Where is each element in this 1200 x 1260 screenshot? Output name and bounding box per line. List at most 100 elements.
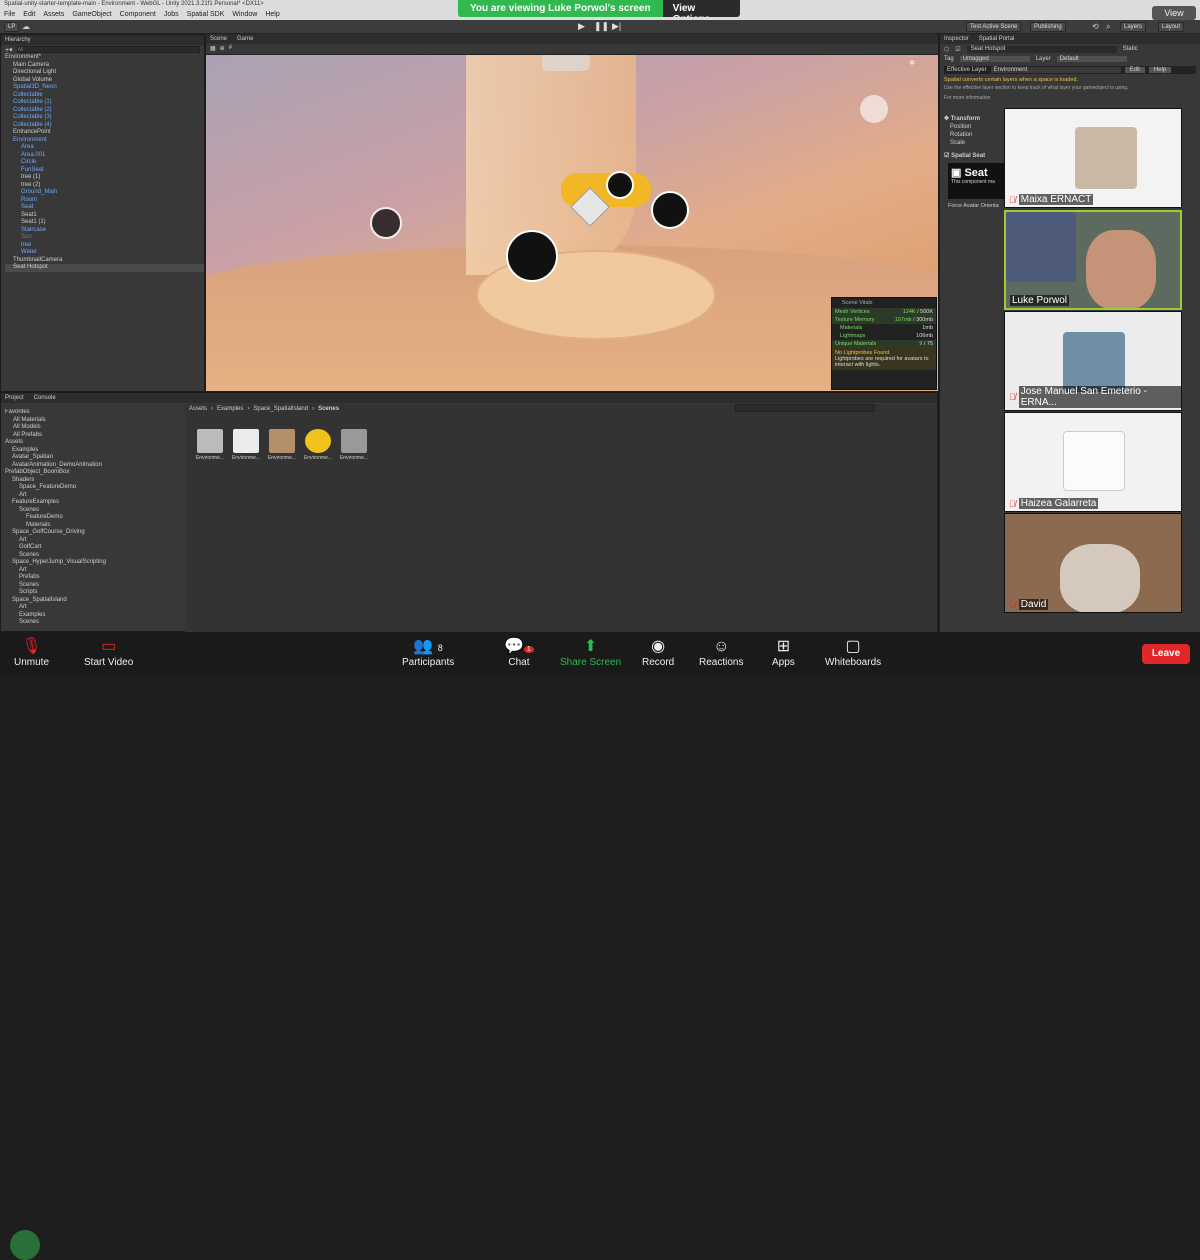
project-search-input[interactable]: [735, 404, 875, 412]
tab-game[interactable]: Game: [237, 34, 253, 44]
participants-button[interactable]: 👥 8 Participants: [402, 637, 454, 668]
folder-tree-item[interactable]: Examples: [5, 447, 181, 455]
checkbox-icon[interactable]: ☑: [944, 153, 949, 159]
folder-tree-item[interactable]: Scenes: [5, 582, 181, 590]
edit-button[interactable]: Edit: [1124, 67, 1145, 73]
folder-tree-item[interactable]: Space_HyperJump_VisualScripting: [5, 559, 181, 567]
hierarchy-item[interactable]: Seat1: [5, 212, 204, 220]
menu-item-assets[interactable]: Assets: [43, 11, 64, 18]
folder-tree-item[interactable]: Scenes: [5, 507, 181, 515]
hierarchy-item[interactable]: Staircase: [5, 227, 204, 235]
layout-dropdown[interactable]: Layout: [1158, 22, 1185, 32]
hierarchy-item[interactable]: Circle: [5, 159, 204, 167]
breadcrumb-item[interactable]: Examples: [217, 406, 243, 412]
hierarchy-item[interactable]: Ground_Main: [5, 189, 204, 197]
menu-item-component[interactable]: Component: [120, 11, 156, 18]
folder-tree-item[interactable]: AvatarAnimation_DemoAnimation: [5, 462, 181, 470]
hierarchy-item[interactable]: Sun: [5, 234, 204, 242]
hierarchy-item[interactable]: tree (1): [5, 174, 204, 182]
hierarchy-item[interactable]: FunSeat: [5, 167, 204, 175]
step-button[interactable]: ▶|: [612, 21, 621, 32]
folder-tree-item[interactable]: Scripts: [5, 589, 181, 597]
file-item[interactable]: Environme...: [195, 429, 225, 461]
record-button[interactable]: ◉ Record: [642, 637, 674, 668]
hierarchy-item[interactable]: Seat: [5, 204, 204, 212]
object-name-field[interactable]: Seat Hotspot: [966, 46, 1117, 53]
hierarchy-item[interactable]: ThumbnailCamera: [5, 257, 204, 265]
scene-viewport[interactable]: ✲ Scene Vitals Mesh Vertices 124K / 500K …: [206, 55, 938, 391]
pivot-icon[interactable]: ⊕: [220, 45, 225, 53]
hierarchy-item[interactable]: Directional Light: [5, 69, 204, 77]
tab-scene[interactable]: Scene: [210, 34, 227, 44]
tab-inspector[interactable]: Inspector: [944, 34, 969, 44]
menu-item-edit[interactable]: Edit: [23, 11, 35, 18]
folder-tree-item[interactable]: Art: [5, 567, 181, 575]
hierarchy-item[interactable]: Seat Hotspot: [5, 264, 204, 272]
seat-icon[interactable]: [651, 191, 689, 229]
apps-button[interactable]: ⊞ Apps: [772, 637, 795, 668]
share-screen-button[interactable]: ⬆ Share Screen: [560, 637, 621, 668]
object-active-checkbox[interactable]: ☑: [955, 46, 960, 53]
gizmo-icon[interactable]: ▦: [210, 45, 216, 53]
help-button[interactable]: Help: [1148, 67, 1172, 73]
participant-tile-jose[interactable]: 🎙̸ Jose Manuel San Emeterio - ERNA...: [1004, 311, 1182, 411]
publishing-button[interactable]: Publishing: [1030, 22, 1066, 32]
grid-icon[interactable]: #: [229, 45, 232, 53]
cloud-icon[interactable]: ☁: [22, 22, 30, 31]
breadcrumb-item[interactable]: Scenes: [318, 406, 339, 412]
folder-tree-item[interactable]: Prefabs: [5, 574, 181, 582]
hierarchy-item[interactable]: tree (2): [5, 182, 204, 190]
folder-tree-item[interactable]: Art: [5, 604, 181, 612]
file-item[interactable]: Environme...: [267, 429, 297, 461]
hierarchy-item[interactable]: Collectable (2): [5, 107, 204, 115]
light-gizmo-icon[interactable]: [542, 55, 590, 71]
hierarchy-item[interactable]: Room: [5, 197, 204, 205]
favorites-item[interactable]: All Models: [5, 424, 181, 432]
menu-item-window[interactable]: Window: [232, 11, 257, 18]
annotate-icon[interactable]: [10, 1230, 40, 1260]
history-icon[interactable]: ⟲: [1092, 22, 1099, 31]
hierarchy-item[interactable]: Area.001: [5, 152, 204, 160]
favorites-item[interactable]: Favorites: [5, 409, 181, 417]
pause-button[interactable]: ❚❚: [594, 21, 609, 32]
hierarchy-item[interactable]: Global Volume: [5, 77, 204, 85]
menu-item-file[interactable]: File: [4, 11, 15, 18]
seat-icon[interactable]: [370, 207, 402, 239]
reactions-button[interactable]: ☺ Reactions: [699, 637, 743, 668]
file-item[interactable]: Environme...: [339, 429, 369, 461]
favorites-item[interactable]: All Materials: [5, 417, 181, 425]
hierarchy-item[interactable]: tree: [5, 242, 204, 250]
file-item[interactable]: Environme...: [231, 429, 261, 461]
folder-tree-item[interactable]: FeatureDemo: [5, 514, 181, 522]
tab-spatial-portal[interactable]: Spatial Portal: [979, 34, 1015, 44]
breadcrumb-item[interactable]: Space_SpatialIsland: [253, 406, 308, 412]
test-active-scene-button[interactable]: Test Active Scene: [966, 22, 1022, 32]
account-button[interactable]: LP: [4, 22, 20, 32]
hierarchy-tab[interactable]: Hierarchy: [1, 35, 204, 45]
folder-tree-item[interactable]: Space_GolfCourse_Driving: [5, 529, 181, 537]
seat-icon[interactable]: [606, 171, 634, 199]
menu-item-help[interactable]: Help: [265, 11, 279, 18]
participant-tile-david[interactable]: 🎙̸ David: [1004, 513, 1182, 613]
view-options-button[interactable]: View Options ⌄: [662, 0, 740, 17]
breadcrumb-item[interactable]: Assets: [189, 406, 207, 412]
folder-tree-item[interactable]: Art: [5, 492, 181, 500]
folder-tree-item[interactable]: Space_FeatureDemo: [5, 484, 181, 492]
hierarchy-item[interactable]: Spatial3D_Neon: [5, 84, 204, 92]
search-icon[interactable]: ⌕: [1106, 22, 1110, 32]
view-button[interactable]: View: [1152, 6, 1196, 20]
folder-tree-item[interactable]: PrefabObject_BoomBox: [5, 469, 181, 477]
folder-tree-item[interactable]: Examples: [5, 612, 181, 620]
hierarchy-item[interactable]: Seat1 (1): [5, 219, 204, 227]
start-video-button[interactable]: ▭ Start Video: [84, 637, 133, 668]
play-button[interactable]: ▶: [578, 21, 585, 32]
hierarchy-item[interactable]: Collectable (3): [5, 114, 204, 122]
unmute-button[interactable]: 🎙 Unmute: [14, 637, 49, 668]
folder-tree-item[interactable]: Avatar_Spatian: [5, 454, 181, 462]
folder-tree-item[interactable]: Scenes: [5, 552, 181, 560]
tag-dropdown[interactable]: Untagged: [959, 56, 1030, 62]
folder-tree-item[interactable]: GolfCart: [5, 544, 181, 552]
menu-item-gameobject[interactable]: GameObject: [72, 11, 111, 18]
hierarchy-item[interactable]: Environment*: [5, 54, 204, 62]
tab-console[interactable]: Console: [34, 393, 56, 403]
